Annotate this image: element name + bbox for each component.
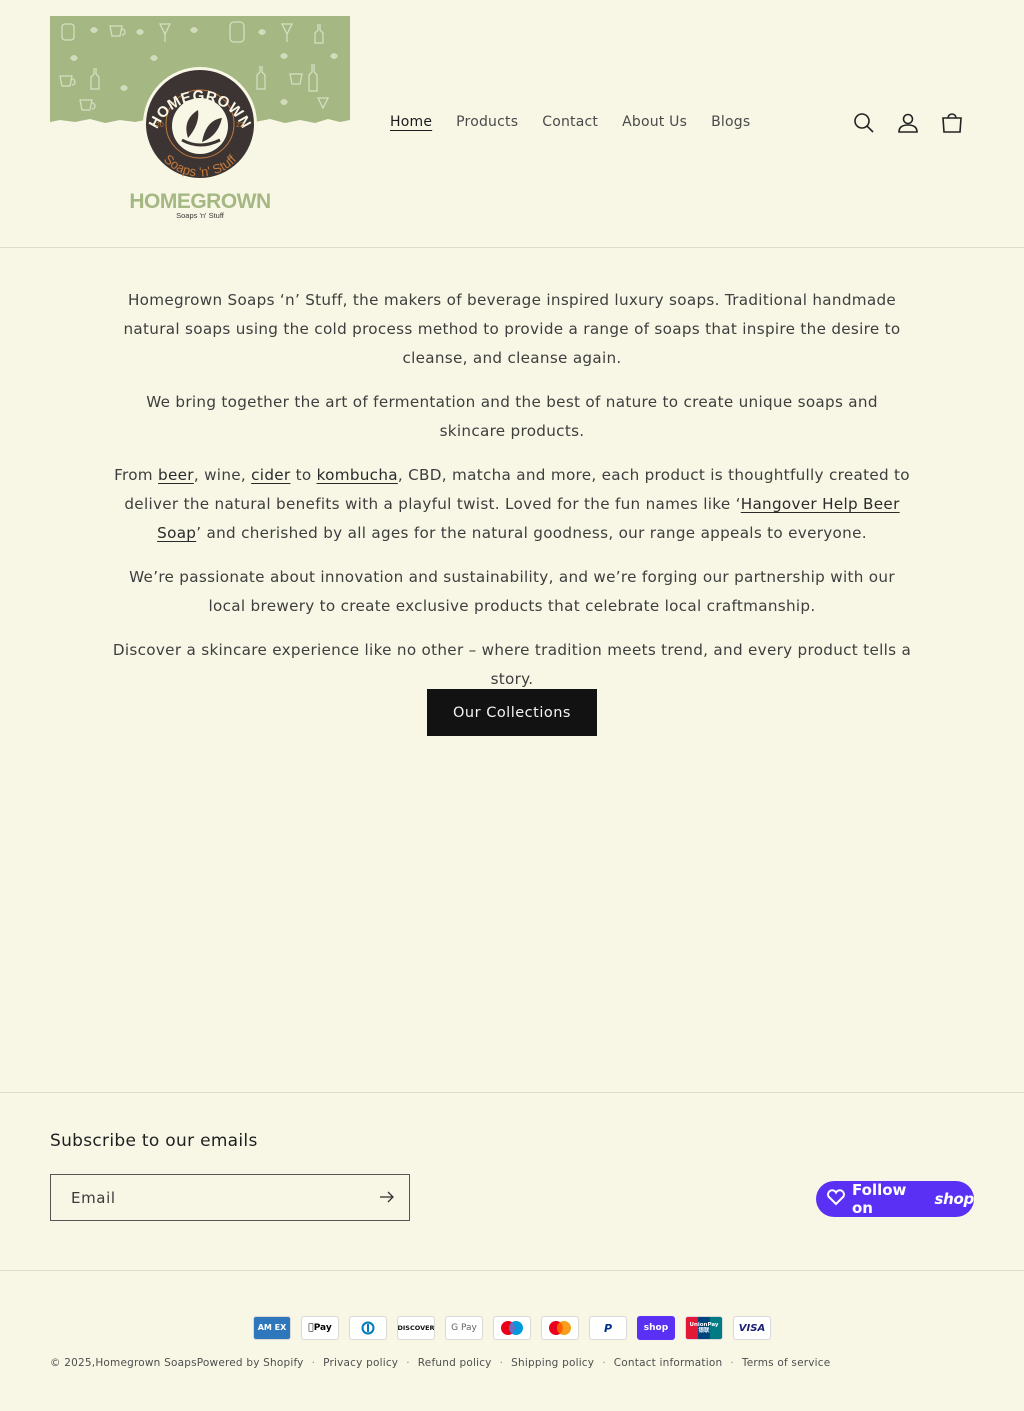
visa-icon: VISA [733,1316,771,1340]
shipping-policy-link[interactable]: Shipping policy [511,1357,594,1369]
maestro-icon [493,1316,531,1340]
diners-club-icon [349,1316,387,1340]
account-icon[interactable] [896,108,920,138]
beer-link[interactable]: beer [158,466,194,484]
cart-icon[interactable] [940,108,964,138]
payment-icons: AM EX Pay DISCOVER G Pay P shop UnionPa… [253,1316,771,1340]
intro-paragraph: Homegrown Soaps ‘n’ Stuff, the makers of… [123,291,901,367]
separator: · [499,1357,504,1369]
cider-link[interactable]: cider [251,466,290,484]
privacy-policy-link[interactable]: Privacy policy [323,1357,398,1369]
about-text: Homegrown Soaps ‘n’ Stuff, the makers of… [112,286,912,709]
discover-icon: DISCOVER [397,1316,435,1340]
separator: · [602,1357,606,1369]
mission-paragraph: We bring together the art of fermentatio… [146,393,878,440]
nav-about-us[interactable]: About Us [622,114,687,130]
svg-text:20: 20 [156,122,164,129]
contact-information-link[interactable]: Contact information [614,1357,723,1369]
email-placeholder: Email [71,1188,116,1207]
nav-contact[interactable]: Contact [542,114,598,130]
google-pay-icon: G Pay [445,1316,483,1340]
separator: · [311,1357,316,1369]
products-paragraph: From beer, wine, cider to kombucha, CBD,… [114,466,910,542]
unionpay-icon: UnionPay 银联 [685,1316,723,1340]
kombucha-link[interactable]: kombucha [317,466,398,484]
sustainability-paragraph: We’re passionate about innovation and su… [129,568,895,615]
follow-label: Follow on [852,1181,907,1217]
mastercard-icon [541,1316,579,1340]
store-logo[interactable]: HOMEGROWN Soaps 'n' Stuff 20 22 HOMEGROW… [50,16,350,224]
closing-paragraph: Discover a skincare experience like no o… [112,641,912,688]
main-nav: Home Products Contact About Us Blogs [390,114,774,130]
shop-wordmark: shop [934,1190,975,1208]
arrow-right-icon[interactable] [379,1188,395,1207]
store-name-link[interactable]: Homegrown Soaps [95,1357,196,1369]
svg-text:Soaps 'n' Stuff: Soaps 'n' Stuff [176,211,225,220]
nav-home[interactable]: Home [390,114,432,130]
apple-pay-icon: Pay [301,1316,339,1340]
heart-icon [826,1188,846,1210]
email-field[interactable]: Email [50,1174,410,1221]
powered-by-shopify-link[interactable]: Powered by Shopify [197,1357,304,1369]
svg-text:22: 22 [236,122,244,129]
header-icons [852,108,964,138]
terms-of-service-link[interactable]: Terms of service [742,1357,831,1369]
copyright-text: © 2025, [50,1357,96,1369]
nav-products[interactable]: Products [456,114,518,130]
svg-text:HOMEGROWN: HOMEGROWN [129,190,270,213]
nav-blogs[interactable]: Blogs [711,114,750,130]
search-icon[interactable] [852,108,876,138]
separator: · [406,1357,410,1369]
amex-icon: AM EX [253,1316,291,1340]
footer-newsletter: Subscribe to our emails Email Follow on … [0,1092,1024,1271]
logo-graphic: HOMEGROWN Soaps 'n' Stuff 20 22 HOMEGROW… [50,16,350,220]
our-collections-button[interactable]: Our Collections [427,689,597,736]
shop-pay-icon: shop [637,1316,675,1340]
paypal-icon: P [589,1316,627,1340]
site-header: HOMEGROWN Soaps 'n' Stuff 20 22 HOMEGROW… [0,0,1024,248]
separator: · [730,1357,734,1369]
refund-policy-link[interactable]: Refund policy [418,1357,492,1369]
subscribe-heading: Subscribe to our emails [50,1131,258,1151]
footer-legal: © 2025, Homegrown Soaps Powered by Shopi… [50,1357,830,1369]
follow-on-shop-button[interactable]: Follow on shop [816,1181,974,1217]
